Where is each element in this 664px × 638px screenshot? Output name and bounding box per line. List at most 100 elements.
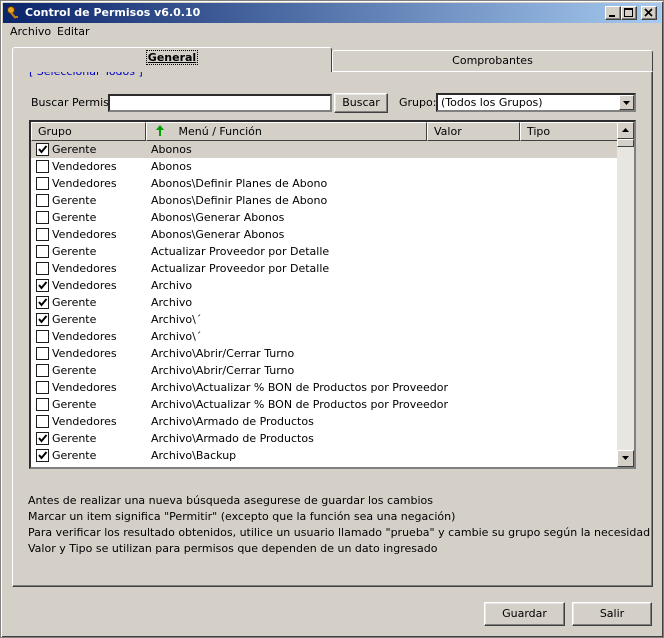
checkbox-unchecked[interactable] <box>36 160 49 173</box>
cell-grupo: Gerente <box>52 313 97 326</box>
save-button[interactable]: Guardar <box>484 602 565 626</box>
cell-funcion: Archivo\Actualizar % BON de Productos po… <box>151 381 448 394</box>
checkbox-checked[interactable] <box>36 449 49 462</box>
table-row[interactable]: Vendedores Archivo\´ <box>31 328 618 345</box>
cell-funcion: Archivo\Backup <box>151 449 237 462</box>
table-row[interactable]: Gerente Abonos\Generar Abonos <box>31 209 618 226</box>
table-row[interactable]: Vendedores Archivo\Actualizar % BON de Pr… <box>31 379 618 396</box>
scroll-down-button[interactable] <box>617 450 634 467</box>
cell-grupo: Gerente <box>52 432 97 445</box>
checkbox-checked[interactable] <box>36 279 49 292</box>
checkbox-unchecked[interactable] <box>36 228 49 241</box>
checkmark-icon <box>38 315 48 324</box>
checkbox-checked[interactable] <box>36 432 49 445</box>
column-header-funcion[interactable]: Menú / Función <box>146 122 427 141</box>
cell-grupo: Vendedores <box>52 177 117 190</box>
checkmark-icon <box>38 145 48 154</box>
note-line: Antes de realizar una nueva búsqueda ase… <box>28 494 434 507</box>
column-header-grupo[interactable]: Grupo <box>31 122 146 141</box>
cell-grupo: Gerente <box>52 211 97 224</box>
checkbox-unchecked[interactable] <box>36 364 49 377</box>
cell-grupo: Vendedores <box>52 415 117 428</box>
cell-funcion: Archivo\Armado de Productos <box>151 415 314 428</box>
table-row[interactable]: Gerente Archivo\Backup <box>31 447 618 464</box>
table-row[interactable]: Vendedores Archivo <box>31 277 618 294</box>
window-title: Control de Permisos v6.0.10 <box>25 6 201 19</box>
checkbox-unchecked[interactable] <box>36 194 49 207</box>
table-row[interactable]: Gerente Archivo\Actualizar % BON de Produ… <box>31 396 618 413</box>
search-label: Buscar Permiso: <box>31 96 120 109</box>
table-row[interactable]: Gerente Archivo\´ <box>31 311 618 328</box>
checkbox-unchecked[interactable] <box>36 398 49 411</box>
checkbox-unchecked[interactable] <box>36 262 49 275</box>
column-header-tipo[interactable]: Tipo <box>520 122 618 141</box>
checkmark-icon <box>38 298 48 307</box>
search-button[interactable]: Buscar <box>334 93 388 113</box>
table-row[interactable]: Gerente Archivo <box>31 294 618 311</box>
cell-funcion: Archivo\Abrir/Cerrar Turno <box>151 347 295 360</box>
exit-button[interactable]: Salir <box>572 602 652 626</box>
table-row[interactable]: Gerente Archivo\Abrir/Cerrar Turno <box>31 362 618 379</box>
column-header-valor[interactable]: Valor <box>427 122 520 141</box>
group-select[interactable]: (Todos los Grupos) <box>436 93 636 112</box>
checkbox-unchecked[interactable] <box>36 211 49 224</box>
title-bar[interactable]: Control de Permisos v6.0.10 <box>3 3 661 23</box>
checkbox-unchecked[interactable] <box>36 177 49 190</box>
checkbox-checked[interactable] <box>36 296 49 309</box>
checkbox-unchecked[interactable] <box>36 347 49 360</box>
maximize-button[interactable] <box>621 6 637 20</box>
checkbox-unchecked[interactable] <box>36 245 49 258</box>
menu-editar[interactable]: Editar <box>57 25 90 38</box>
close-button[interactable] <box>641 6 657 20</box>
group-select-value: (Todos los Grupos) <box>441 96 543 109</box>
arrow-up-icon <box>622 128 629 132</box>
vertical-scrollbar[interactable] <box>617 122 634 467</box>
table-row[interactable]: Gerente Actualizar Proveedor por Detalle <box>31 243 618 260</box>
menu-bar: Archivo Editar <box>3 23 661 41</box>
cell-grupo: Gerente <box>52 364 97 377</box>
chevron-down-icon[interactable] <box>619 95 634 110</box>
scroll-thumb[interactable] <box>617 139 634 147</box>
table-row[interactable]: Gerente Abonos <box>31 141 618 158</box>
tab-general[interactable]: General <box>12 47 332 72</box>
table-row[interactable]: Gerente Abonos\Definir Planes de Abono <box>31 192 618 209</box>
permissions-grid: Grupo Menú / Función Valor Tipo Gerente A… <box>29 120 636 469</box>
table-row[interactable]: Vendedores Abonos\Definir Planes de Abono <box>31 175 618 192</box>
cell-grupo: Vendedores <box>52 228 117 241</box>
scroll-up-button[interactable] <box>617 122 634 139</box>
table-row[interactable]: Vendedores Abonos\Generar Abonos <box>31 226 618 243</box>
checkbox-unchecked[interactable] <box>36 381 49 394</box>
search-input[interactable] <box>108 94 332 112</box>
cell-grupo: Vendedores <box>52 279 117 292</box>
checkbox-checked[interactable] <box>36 313 49 326</box>
table-row[interactable]: Vendedores Archivo\Abrir/Cerrar Turno <box>31 345 618 362</box>
cell-funcion: Actualizar Proveedor por Detalle <box>151 262 330 275</box>
checkbox-unchecked[interactable] <box>36 415 49 428</box>
cell-funcion: Abonos <box>151 143 192 156</box>
arrow-down-icon <box>622 456 629 460</box>
cell-grupo: Vendedores <box>52 347 117 360</box>
table-row[interactable]: Vendedores Archivo\Armado de Productos <box>31 413 618 430</box>
menu-archivo[interactable]: Archivo <box>10 25 51 38</box>
cell-funcion: Abonos\Definir Planes de Abono <box>151 177 328 190</box>
key-icon <box>6 5 22 21</box>
cell-funcion: Archivo <box>151 296 193 309</box>
checkbox-checked[interactable] <box>36 143 49 156</box>
minimize-button[interactable] <box>605 6 621 20</box>
cell-funcion: Archivo\Abrir/Cerrar Turno <box>151 364 295 377</box>
note-line: Valor y Tipo se utilizan para permisos q… <box>28 542 438 555</box>
tab-comprobantes[interactable]: Comprobantes <box>332 50 653 72</box>
note-line: Marcar un item significa "Permitir" (exc… <box>28 510 456 523</box>
cell-grupo: Gerente <box>52 449 97 462</box>
tab-general-label: General <box>145 50 199 65</box>
table-row[interactable]: Vendedores Actualizar Proveedor por Detal… <box>31 260 618 277</box>
cell-grupo: Vendedores <box>52 381 117 394</box>
checkbox-unchecked[interactable] <box>36 330 49 343</box>
cell-grupo: Gerente <box>52 143 97 156</box>
cell-grupo: Vendedores <box>52 262 117 275</box>
checkmark-icon <box>38 434 48 443</box>
main-window: Control de Permisos v6.0.10 Archivo Edit… <box>0 0 664 638</box>
table-row[interactable]: Gerente Archivo\Armado de Productos <box>31 430 618 447</box>
table-row[interactable]: Vendedores Abonos <box>31 158 618 175</box>
cell-funcion: Archivo <box>151 279 193 292</box>
